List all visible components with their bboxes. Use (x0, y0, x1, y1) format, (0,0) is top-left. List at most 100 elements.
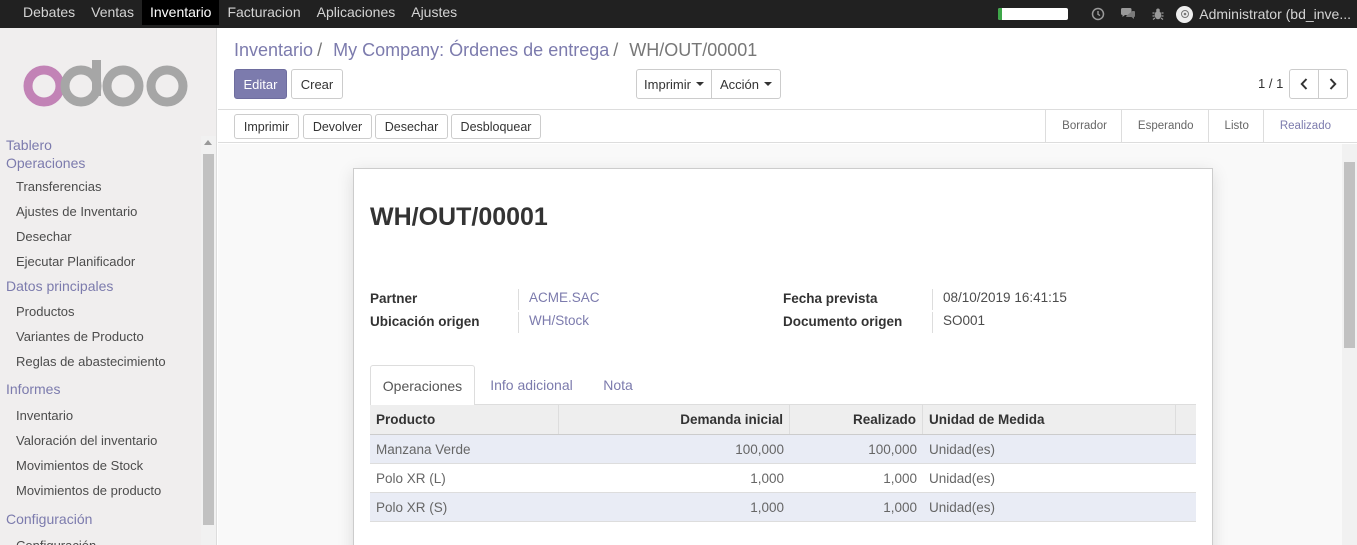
cell-realizado: 1,000 (883, 471, 917, 486)
cell-demanda: 1,000 (750, 471, 784, 486)
sidebar-item-inventario[interactable]: Inventario (0, 403, 201, 428)
column-demanda-inicial[interactable]: Demanda inicial (559, 405, 790, 434)
sidebar-item-valoracion[interactable]: Valoración del inventario (0, 428, 201, 453)
print-dropdown[interactable]: Imprimir (636, 69, 712, 99)
sidebar-item-movimientos-producto[interactable]: Movimientos de producto (0, 478, 201, 503)
breadcrumb-ordenes-entrega[interactable]: My Company: Órdenes de entrega (333, 40, 609, 60)
sidebar-item-transferencias[interactable]: Transferencias (0, 174, 201, 199)
sidebar-item-variantes-producto[interactable]: Variantes de Producto (0, 324, 201, 349)
create-button[interactable]: Crear (291, 69, 343, 99)
chat-icon[interactable] (1116, 2, 1140, 26)
sidebar-scroll-thumb[interactable] (203, 154, 214, 525)
sidebar-scrollbar[interactable] (201, 136, 216, 545)
partner-label: Partner (370, 291, 418, 306)
app-menu: Debates Ventas Inventario Facturacion Ap… (0, 0, 465, 28)
cell-producto: Polo XR (L) (376, 471, 446, 486)
chevron-left-icon (1300, 78, 1308, 90)
main-scrollbar[interactable] (1342, 144, 1357, 545)
sidebar-item-reglas-abastecimiento[interactable]: Reglas de abastecimiento (0, 349, 201, 374)
menu-debates[interactable]: Debates (15, 0, 83, 25)
breadcrumb-current: WH/OUT/00001 (629, 40, 758, 60)
sidebar-item-movimientos-stock[interactable]: Movimientos de Stock (0, 453, 201, 478)
table-row[interactable]: Polo XR (S) 1,000 1,000 Unidad(es) (370, 493, 1196, 522)
cell-producto: Manzana Verde (376, 442, 471, 457)
stage-esperando: Esperando (1120, 110, 1208, 143)
edit-button[interactable]: Editar (234, 69, 287, 99)
cell-unidad: Unidad(es) (929, 442, 996, 457)
table-row[interactable]: Manzana Verde 100,000 100,000 Unidad(es) (370, 435, 1196, 464)
return-button[interactable]: Devolver (303, 114, 372, 139)
main-scroll-thumb[interactable] (1344, 162, 1355, 348)
action-dropdown-label: Acción (719, 76, 760, 92)
menu-ajustes[interactable]: Ajustes (403, 0, 465, 25)
sidebar-item-desechar[interactable]: Desechar (0, 224, 201, 249)
form-content: WH/OUT/00001 Partner ACME.SAC Ubicación … (218, 144, 1342, 545)
cell-unidad: Unidad(es) (929, 500, 996, 515)
user-menu[interactable]: Administrator (bd_inve... (1176, 5, 1357, 23)
status-bar: Imprimir Devolver Desechar Desbloquear B… (218, 110, 1357, 143)
pager-value[interactable]: 1 / 1 (1258, 76, 1283, 91)
chevron-right-icon (1329, 78, 1337, 90)
unlock-button[interactable]: Desbloquear (451, 114, 541, 139)
notebook-tabs: Operaciones Info adicional Nota (370, 365, 1196, 406)
sidebar-section-operaciones[interactable]: Operaciones (0, 154, 201, 172)
column-producto[interactable]: Producto (370, 405, 559, 434)
stage-realizado: Realizado (1262, 110, 1345, 143)
table-header: Producto Demanda inicial Realizado Unida… (370, 405, 1196, 435)
pager-previous-button[interactable] (1289, 69, 1319, 99)
progress-bar (998, 8, 1069, 20)
avatar (1176, 5, 1194, 23)
sidebar-item-ajustes-inventario[interactable]: Ajustes de Inventario (0, 199, 201, 224)
stage-borrador: Borrador (1045, 110, 1121, 143)
stage-pipeline: Borrador Esperando Listo Realizado (1045, 110, 1345, 143)
cell-demanda: 100,000 (735, 442, 784, 457)
progress-fill (998, 8, 1002, 20)
table-row[interactable]: Polo XR (L) 1,000 1,000 Unidad(es) (370, 464, 1196, 493)
column-unidad-medida[interactable]: Unidad de Medida (923, 405, 1176, 434)
scrap-button[interactable]: Desechar (375, 114, 448, 139)
sidebar-section-configuracion[interactable]: Configuración (0, 503, 201, 533)
sidebar-item-ejecutar-planificador[interactable]: Ejecutar Planificador (0, 249, 201, 274)
tab-nota[interactable]: Nota (589, 365, 647, 405)
scheduled-date-label: Fecha prevista (783, 291, 878, 306)
breadcrumb-inventario[interactable]: Inventario (234, 40, 313, 60)
menu-ventas[interactable]: Ventas (83, 0, 142, 25)
operations-table: Producto Demanda inicial Realizado Unida… (370, 405, 1196, 522)
systray: Administrator (bd_inve... (998, 0, 1357, 28)
bug-icon[interactable] (1146, 2, 1170, 26)
sidebar: Tablero Operaciones Transferencias Ajust… (0, 28, 217, 545)
origin-location-value[interactable]: WH/Stock (518, 312, 589, 333)
tab-operaciones[interactable]: Operaciones (370, 365, 475, 406)
cell-unidad: Unidad(es) (929, 471, 996, 486)
column-realizado[interactable]: Realizado (790, 405, 923, 434)
caret-down-icon (764, 82, 773, 86)
sidebar-dashboard[interactable]: Tablero (0, 136, 201, 154)
cell-realizado: 100,000 (868, 442, 917, 457)
cell-demanda: 1,000 (750, 500, 784, 515)
print-button[interactable]: Imprimir (234, 114, 299, 139)
breadcrumb: Inventario / My Company: Órdenes de entre… (234, 40, 758, 60)
sidebar-section-informes[interactable]: Informes (0, 374, 201, 403)
scroll-up-icon[interactable] (204, 140, 212, 145)
odoo-logo[interactable] (20, 60, 195, 110)
menu-inventario[interactable]: Inventario (141, 0, 220, 25)
scheduled-date-value: 08/10/2019 16:41:15 (932, 289, 1067, 310)
pager-next-button[interactable] (1318, 69, 1348, 99)
record-title: WH/OUT/00001 (370, 203, 548, 231)
cell-realizado: 1,000 (883, 500, 917, 515)
clock-icon[interactable] (1086, 2, 1110, 26)
partner-value[interactable]: ACME.SAC (518, 289, 600, 310)
stage-listo: Listo (1207, 110, 1263, 143)
sidebar-item-productos[interactable]: Productos (0, 299, 201, 324)
menu-facturacion[interactable]: Facturacion (219, 0, 308, 25)
form-sheet: WH/OUT/00001 Partner ACME.SAC Ubicación … (353, 168, 1213, 545)
action-dropdown[interactable]: Acción (711, 69, 781, 99)
origin-location-label: Ubicación origen (370, 314, 480, 329)
sidebar-item-configuracion[interactable]: Configuración (0, 533, 201, 545)
sidebar-menu: Tablero Operaciones Transferencias Ajust… (0, 136, 201, 545)
menu-aplicaciones[interactable]: Aplicaciones (309, 0, 404, 25)
user-name: Administrator (bd_inve... (1199, 6, 1351, 22)
tab-info-adicional[interactable]: Info adicional (479, 365, 584, 405)
sidebar-section-datos-principales[interactable]: Datos principales (0, 274, 201, 299)
cell-producto: Polo XR (S) (376, 500, 448, 515)
